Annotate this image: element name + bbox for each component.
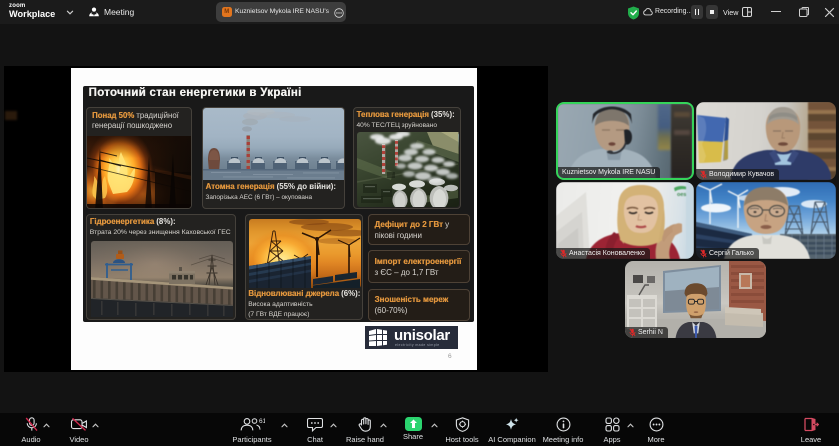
svg-text:61: 61 xyxy=(259,418,265,425)
svg-text:oes: oes xyxy=(677,192,686,198)
